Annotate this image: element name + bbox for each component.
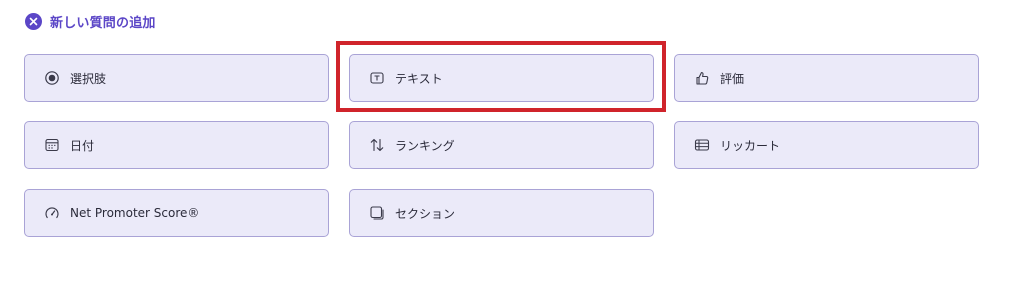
ranking-label: ランキング (395, 138, 455, 153)
panel-header: 新しい質問の追加 (25, 11, 156, 31)
date-button[interactable]: 日付 (24, 121, 329, 169)
add-question-panel: 新しい質問の追加 選択肢 テキスト 評価 日付 ランキング リッカート Net … (0, 0, 1024, 282)
section-label: セクション (395, 206, 456, 221)
close-icon[interactable] (25, 12, 42, 30)
choice-button[interactable]: 選択肢 (24, 54, 329, 102)
panel-title: 新しい質問の追加 (50, 15, 156, 31)
text-box-icon (369, 70, 385, 86)
rating-button[interactable]: 評価 (674, 54, 979, 102)
likert-grid-icon (694, 137, 710, 153)
section-button[interactable]: セクション (349, 189, 654, 237)
text-button[interactable]: テキスト (349, 54, 654, 102)
sort-arrows-icon (369, 137, 385, 153)
ranking-button[interactable]: ランキング (349, 121, 654, 169)
calendar-icon (44, 137, 60, 153)
likert-label: リッカート (720, 138, 781, 153)
section-icon (369, 205, 385, 221)
date-label: 日付 (70, 138, 95, 153)
radio-icon (44, 70, 60, 86)
choice-label: 選択肢 (70, 71, 107, 86)
text-label: テキスト (395, 71, 443, 86)
thumbs-up-icon (694, 70, 710, 86)
gauge-icon (44, 205, 60, 221)
rating-label: 評価 (720, 71, 745, 86)
likert-button[interactable]: リッカート (674, 121, 979, 169)
nps-button[interactable]: Net Promoter Score® (24, 189, 329, 237)
nps-label: Net Promoter Score® (70, 206, 200, 220)
